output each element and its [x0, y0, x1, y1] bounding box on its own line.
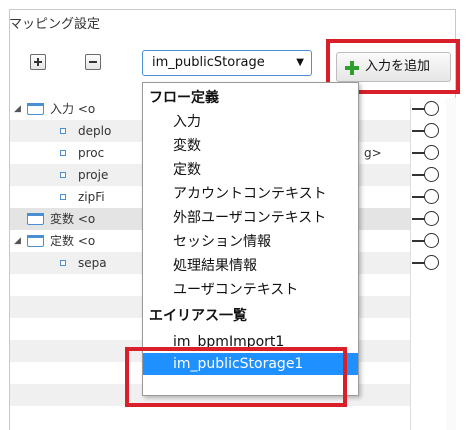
field-icon	[60, 172, 66, 178]
field-icon	[60, 128, 66, 134]
tree-row-label: zipFi	[78, 190, 105, 204]
annotation-box-alias	[125, 347, 347, 407]
connector-handle[interactable]	[412, 142, 448, 164]
dropdown-option[interactable]: ユーザコンテキスト	[143, 279, 358, 301]
folder-icon	[27, 103, 44, 115]
circle-handle-icon	[424, 167, 439, 182]
dropdown-option[interactable]: 定数	[143, 159, 358, 181]
circle-handle-icon	[424, 123, 439, 138]
dropdown-arrow-icon: ▼	[296, 57, 304, 68]
dropdown-option[interactable]: 入力	[143, 111, 358, 133]
panel-title: マッピング設定	[9, 17, 101, 32]
tree-row-type-suffix: g>	[364, 146, 382, 160]
dropdown-option[interactable]: アカウントコンテキスト	[143, 183, 358, 205]
connector-handle[interactable]	[412, 98, 448, 120]
storage-select[interactable]: im_publicStorage ▼	[142, 50, 312, 76]
circle-handle-icon	[424, 255, 439, 270]
add-row-button[interactable]	[30, 54, 46, 70]
tree-row-label: 変数 <o	[50, 212, 96, 226]
scrollbar[interactable]	[446, 98, 456, 430]
connector-handle[interactable]	[412, 208, 448, 230]
tree-row-label: 定数 <o	[50, 234, 96, 248]
dropdown-option[interactable]: 処理結果情報	[143, 255, 358, 277]
folder-icon	[27, 213, 44, 225]
connector-handle[interactable]	[412, 164, 448, 186]
connector-handle[interactable]	[412, 120, 448, 142]
dropdown-option[interactable]: 変数	[143, 135, 358, 157]
tree-row-label: sepa	[78, 256, 107, 270]
field-icon	[60, 150, 66, 156]
dropdown-group-flow: フロー定義	[149, 90, 219, 106]
storage-select-value: im_publicStorage	[152, 55, 265, 70]
connector-handle[interactable]	[412, 186, 448, 208]
field-icon	[60, 260, 66, 266]
connector-handle[interactable]	[412, 230, 448, 252]
tree-row-label: proje	[78, 168, 109, 182]
dropdown-option[interactable]: セッション情報	[143, 231, 358, 253]
remove-row-button[interactable]	[85, 54, 101, 70]
circle-handle-icon	[424, 189, 439, 204]
circle-handle-icon	[424, 211, 439, 226]
expand-icon[interactable]: ◢	[14, 230, 21, 252]
circle-handle-icon	[424, 145, 439, 160]
connector-handle[interactable]	[412, 252, 448, 274]
circle-handle-icon	[424, 233, 439, 248]
tree-row-label: deplo	[78, 124, 112, 138]
circle-handle-icon	[424, 101, 439, 116]
tree-row-label: 入力 <o	[50, 102, 96, 116]
tree-row-label: proc	[78, 146, 105, 160]
field-icon	[60, 194, 66, 200]
expand-icon[interactable]: ◢	[14, 98, 21, 120]
folder-icon	[27, 235, 44, 247]
dropdown-group-alias: エイリアス一覧	[149, 308, 247, 324]
dropdown-option[interactable]: 外部ユーザコンテキスト	[143, 207, 358, 229]
